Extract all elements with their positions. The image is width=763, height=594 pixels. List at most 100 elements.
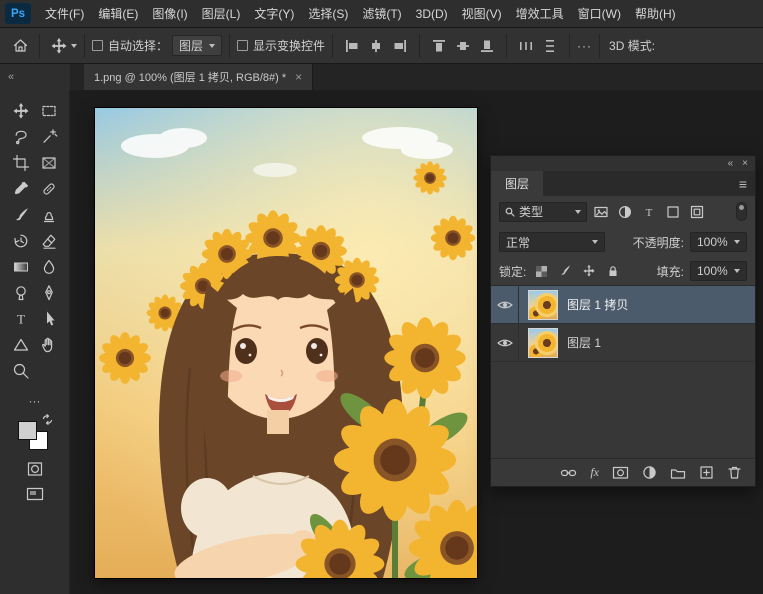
type-tool[interactable]: T: [7, 306, 35, 332]
menu-help[interactable]: 帮助(H): [628, 0, 683, 28]
document-canvas[interactable]: [95, 108, 477, 578]
lock-position-icon[interactable]: [580, 262, 598, 280]
screen-mode-icon[interactable]: [26, 487, 44, 501]
menu-file[interactable]: 文件(F): [38, 0, 91, 28]
svg-text:T: T: [17, 312, 25, 327]
visibility-toggle[interactable]: [491, 324, 519, 361]
lock-all-icon[interactable]: [604, 262, 622, 280]
layer-row-original[interactable]: 图层 1: [491, 324, 755, 362]
menu-image[interactable]: 图像(I): [145, 0, 194, 28]
layers-panel-footer: fx: [491, 458, 755, 486]
crop-tool[interactable]: [7, 150, 35, 176]
new-group-icon[interactable]: [670, 466, 686, 480]
auto-select-target-dropdown[interactable]: 图层: [172, 35, 222, 56]
layers-panel-chrome: « ×: [491, 156, 755, 171]
quick-mask-icon[interactable]: [26, 460, 44, 478]
shape-tool[interactable]: [7, 332, 35, 358]
options-bar: 自动选择： 图层 显示变换控件 ··· 3D 模式:: [0, 28, 763, 64]
swap-colors-icon[interactable]: [42, 414, 53, 425]
path-selection-tool[interactable]: [35, 306, 63, 332]
magic-wand-tool[interactable]: [35, 124, 63, 150]
close-panel-icon[interactable]: ×: [742, 159, 748, 169]
layer-name[interactable]: 图层 1: [567, 334, 601, 351]
filter-adjustment-layers-icon[interactable]: [614, 202, 635, 222]
menu-select[interactable]: 选择(S): [301, 0, 355, 28]
healing-brush-tool[interactable]: [35, 176, 63, 202]
menu-filter[interactable]: 滤镜(T): [355, 0, 408, 28]
pen-tool[interactable]: [35, 280, 63, 306]
home-icon[interactable]: [8, 34, 32, 58]
collapse-toolbar-icon[interactable]: «: [8, 71, 14, 83]
lasso-tool[interactable]: [7, 124, 35, 150]
align-center-horizontal-icon[interactable]: [364, 34, 388, 58]
tab-layers[interactable]: 图层: [491, 171, 543, 196]
eyedropper-tool[interactable]: [7, 176, 35, 202]
auto-select-checkbox[interactable]: [92, 40, 103, 51]
align-center-vertical-icon[interactable]: [451, 34, 475, 58]
blur-tool[interactable]: [35, 254, 63, 280]
collapse-panel-icon[interactable]: «: [728, 159, 734, 169]
eraser-tool[interactable]: [35, 228, 63, 254]
opacity-dropdown[interactable]: 100%: [690, 232, 747, 252]
foreground-color-swatch[interactable]: [18, 421, 37, 440]
move-tool-preset-icon[interactable]: [47, 34, 71, 58]
menu-view[interactable]: 视图(V): [455, 0, 509, 28]
lock-image-pixels-icon[interactable]: [556, 262, 574, 280]
delete-layer-icon[interactable]: [727, 465, 742, 480]
fill-dropdown[interactable]: 100%: [690, 261, 747, 281]
frame-tool[interactable]: [35, 150, 63, 176]
filter-toggle-icon[interactable]: [736, 202, 747, 221]
layer-thumbnail[interactable]: [528, 328, 558, 358]
align-left-icon[interactable]: [340, 34, 364, 58]
close-tab-icon[interactable]: ×: [295, 70, 302, 84]
filter-smart-objects-icon[interactable]: [686, 202, 707, 222]
visibility-toggle[interactable]: [491, 286, 519, 323]
document-tab[interactable]: 1.png @ 100% (图层 1 拷贝, RGB/8#) * ×: [84, 64, 313, 90]
blend-mode-dropdown[interactable]: 正常: [499, 232, 605, 252]
brush-tool[interactable]: [7, 202, 35, 228]
tool-preset-caret-icon[interactable]: [71, 44, 77, 48]
blend-mode-value: 正常: [506, 234, 530, 251]
distribute-vertical-icon[interactable]: [538, 34, 562, 58]
menu-edit[interactable]: 编辑(E): [91, 0, 145, 28]
rectangular-marquee-tool[interactable]: [35, 98, 63, 124]
move-tool[interactable]: [7, 98, 35, 124]
align-bottom-icon[interactable]: [475, 34, 499, 58]
zoom-tool[interactable]: [7, 358, 35, 384]
clone-stamp-tool[interactable]: [35, 202, 63, 228]
show-transform-checkbox[interactable]: [237, 40, 248, 51]
edit-toolbar-icon[interactable]: ···: [29, 394, 41, 408]
menu-layer[interactable]: 图层(L): [195, 0, 248, 28]
add-layer-mask-icon[interactable]: [612, 465, 629, 480]
filter-type-dropdown[interactable]: 类型: [499, 202, 587, 222]
filter-type-layers-icon[interactable]: T: [638, 202, 659, 222]
lock-transparent-pixels-icon[interactable]: [532, 262, 550, 280]
adjustment-layer-icon[interactable]: [642, 465, 657, 480]
history-brush-tool[interactable]: [7, 228, 35, 254]
menu-plugins[interactable]: 增效工具: [509, 0, 571, 28]
fill-value: 100%: [697, 264, 728, 278]
layer-thumbnail[interactable]: [528, 290, 558, 320]
dodge-tool[interactable]: [7, 280, 35, 306]
gradient-tool[interactable]: [7, 254, 35, 280]
menu-3d[interactable]: 3D(D): [409, 0, 455, 28]
align-top-icon[interactable]: [427, 34, 451, 58]
more-options-icon[interactable]: ···: [577, 39, 592, 53]
align-right-icon[interactable]: [388, 34, 412, 58]
menu-bar: Ps 文件(F) 编辑(E) 图像(I) 图层(L) 文字(Y) 选择(S) 滤…: [0, 0, 763, 28]
filter-pixel-layers-icon[interactable]: [590, 202, 611, 222]
layer-row-copy[interactable]: 图层 1 拷贝: [491, 286, 755, 324]
eye-icon: [497, 338, 513, 348]
link-layers-icon[interactable]: [560, 465, 577, 481]
filter-shape-layers-icon[interactable]: [662, 202, 683, 222]
layer-name[interactable]: 图层 1 拷贝: [567, 296, 628, 313]
new-layer-icon[interactable]: [699, 465, 714, 480]
filter-type-value: 类型: [519, 203, 543, 220]
hand-tool[interactable]: [35, 332, 63, 358]
layer-style-icon[interactable]: fx: [590, 465, 599, 480]
menu-window[interactable]: 窗口(W): [571, 0, 628, 28]
menu-type[interactable]: 文字(Y): [247, 0, 301, 28]
panel-menu-icon[interactable]: ≡: [739, 176, 747, 192]
distribute-horizontal-icon[interactable]: [514, 34, 538, 58]
color-swatches[interactable]: [18, 417, 52, 451]
